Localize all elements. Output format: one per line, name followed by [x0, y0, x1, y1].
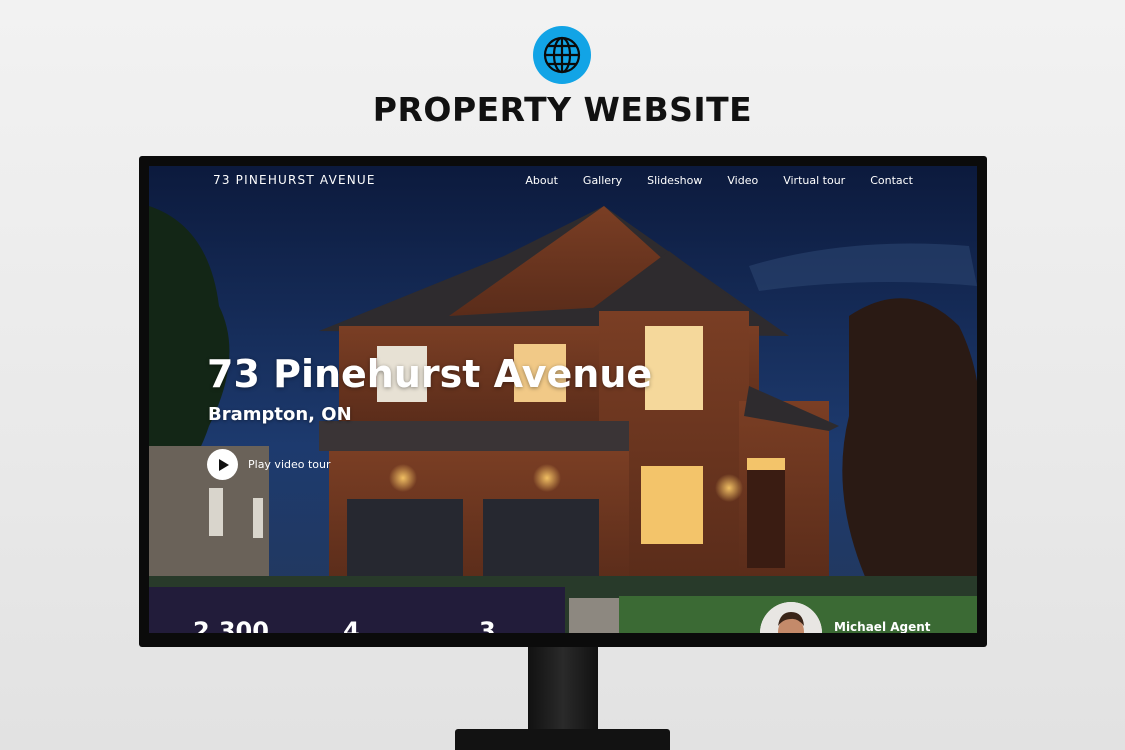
nav-slideshow[interactable]: Slideshow	[647, 174, 702, 187]
monitor-base	[455, 729, 670, 750]
site-brand[interactable]: 73 PINEHURST AVENUE	[213, 173, 376, 187]
page-title: PROPERTY WEBSITE	[372, 90, 753, 129]
stat-baths: 3	[479, 617, 496, 633]
property-stats-panel: 2,300 4 3	[149, 587, 565, 633]
hero-title: 73 Pinehurst Avenue	[207, 352, 653, 396]
monitor-stand	[528, 647, 598, 732]
hero-subtitle: Brampton, ON	[208, 404, 352, 425]
nav-gallery[interactable]: Gallery	[583, 174, 622, 187]
play-icon	[218, 458, 229, 471]
stat-beds: 4	[343, 617, 360, 633]
website-screen: 73 PINEHURST AVENUE About Gallery Slides…	[149, 166, 977, 633]
nav-about[interactable]: About	[525, 174, 558, 187]
site-navbar: 73 PINEHURST AVENUE About Gallery Slides…	[149, 166, 977, 196]
globe-badge	[533, 26, 591, 84]
agent-name: Michael Agent	[834, 620, 931, 633]
hero-house-image	[149, 166, 977, 633]
globe-icon	[543, 36, 581, 74]
nav-video[interactable]: Video	[727, 174, 758, 187]
nav-contact[interactable]: Contact	[870, 174, 913, 187]
nav-virtual-tour[interactable]: Virtual tour	[783, 174, 845, 187]
play-video-label: Play video tour	[248, 458, 331, 471]
play-button-circle[interactable]	[207, 449, 238, 480]
play-video-button[interactable]: Play video tour	[207, 449, 331, 480]
stat-sqft: 2,300	[193, 617, 269, 633]
nav-links: About Gallery Slideshow Video Virtual to…	[500, 174, 913, 187]
